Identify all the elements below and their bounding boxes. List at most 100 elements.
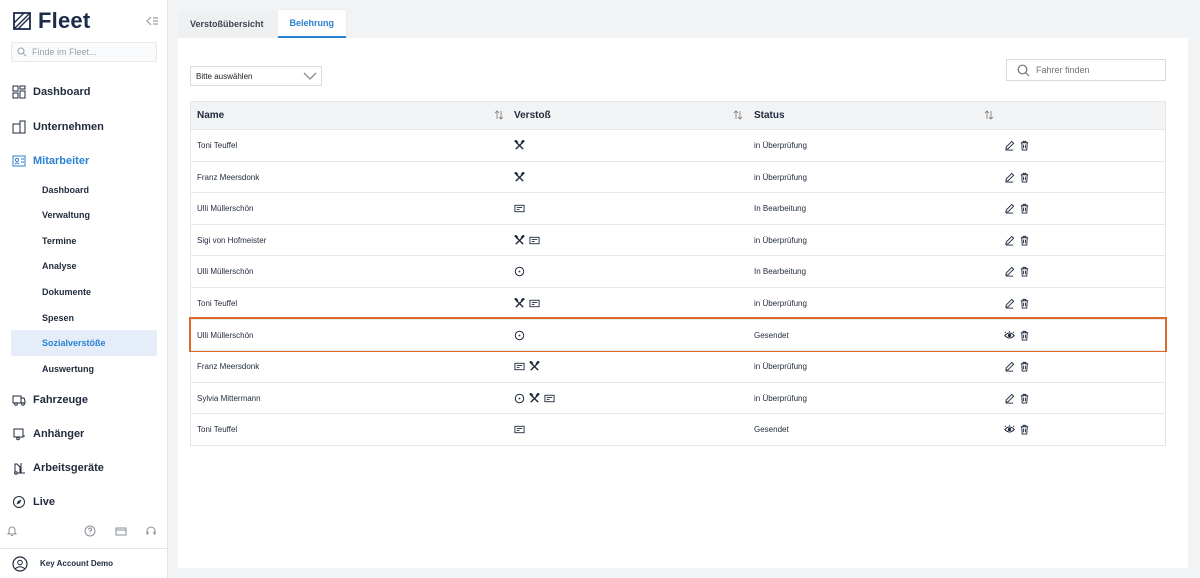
driver-search[interactable] [1006, 59, 1166, 81]
cell-status: in Überprüfung [754, 393, 807, 403]
table-row[interactable]: Ulli Müllerschön In Bearbeitung [191, 255, 1165, 287]
cell-name: Ulli Müllerschön [197, 330, 254, 340]
edit-icon[interactable] [1004, 235, 1015, 246]
bell-icon[interactable] [6, 525, 18, 537]
table-row[interactable]: Sylvia Mittermann in Überprüfung [191, 381, 1165, 414]
sidebar-search[interactable] [11, 42, 157, 62]
sub-auswertung[interactable]: Auswertung [42, 362, 94, 376]
nav-dashboard[interactable]: Dashboard [12, 82, 90, 102]
nav-label: Live [33, 496, 56, 508]
search-icon [17, 47, 27, 57]
logo[interactable]: Fleet [12, 8, 90, 34]
hammer-icon [514, 297, 525, 309]
hammer-icon [529, 361, 540, 372]
edit-icon[interactable] [1004, 298, 1015, 309]
table-row[interactable]: Franz Meersdonk in Überprüfung [191, 350, 1165, 382]
sub-sozialverstoesse[interactable]: Sozialverstöße [11, 330, 157, 356]
column-header-name[interactable]: Name [197, 102, 224, 129]
cell-name: Ulli Müllerschön [197, 267, 254, 277]
table-row[interactable]: Toni Teuffel Gesendet [191, 413, 1165, 445]
clock-icon [514, 393, 525, 404]
cell-verstoss [514, 130, 525, 161]
column-header-status[interactable]: Status [754, 102, 785, 129]
sub-termine[interactable]: Termine [42, 234, 76, 248]
card-icon [514, 424, 525, 435]
trash-icon[interactable] [1019, 393, 1030, 404]
edit-icon[interactable] [1004, 172, 1015, 183]
cell-actions [1004, 256, 1030, 287]
eye-icon[interactable] [1004, 424, 1015, 435]
table-header: Name Verstoß Status [191, 102, 1165, 129]
sort-icon[interactable] [984, 110, 994, 120]
cell-status: in Überprüfung [754, 235, 807, 245]
table-row[interactable]: Toni Teuffel in Überprüfung [191, 129, 1165, 161]
sort-icon[interactable] [733, 110, 743, 120]
sort-icon[interactable] [494, 110, 504, 120]
wallet-icon[interactable] [115, 525, 127, 537]
table-row[interactable]: Ulli Müllerschön In Bearbeitung [191, 192, 1165, 224]
help-icon[interactable] [84, 525, 96, 537]
hammer-icon [514, 171, 525, 183]
trash-icon[interactable] [1019, 203, 1030, 214]
sub-dashboard[interactable]: Dashboard [42, 183, 89, 197]
tab-verstossuebersicht[interactable]: Verstoßübersicht [178, 10, 276, 38]
edit-icon[interactable] [1004, 393, 1015, 404]
violations-table: Name Verstoß Status Toni Teuffel in Überp… [189, 101, 1167, 446]
eye-icon[interactable] [1004, 330, 1015, 341]
user-profile[interactable]: Key Account Demo [0, 548, 168, 578]
cell-status: in Überprüfung [754, 362, 807, 372]
trash-icon[interactable] [1019, 361, 1030, 372]
trash-icon[interactable] [1019, 235, 1030, 246]
nav-unternehmen[interactable]: Unternehmen [12, 117, 104, 137]
sub-spesen[interactable]: Spesen [42, 311, 74, 325]
trash-icon[interactable] [1019, 140, 1030, 151]
cell-status: In Bearbeitung [754, 204, 807, 214]
trash-icon[interactable] [1019, 424, 1030, 435]
violation-filter-select[interactable]: Bitte auswählen [190, 66, 322, 86]
cell-verstoss [514, 414, 525, 445]
headset-icon[interactable] [145, 525, 157, 537]
table-row[interactable]: Franz Meersdonk in Überprüfung [191, 160, 1165, 193]
table-row[interactable]: Toni Teuffel in Überprüfung [191, 286, 1165, 319]
sidebar-search-input[interactable] [32, 47, 152, 57]
edit-icon[interactable] [1004, 266, 1015, 277]
hammer-icon [514, 140, 525, 151]
cell-status: Gesendet [754, 425, 789, 435]
card-icon [514, 203, 525, 214]
trash-icon[interactable] [1019, 298, 1030, 309]
edit-icon[interactable] [1004, 203, 1015, 214]
sub-dokumente[interactable]: Dokumente [42, 285, 91, 299]
select-value: Bitte auswählen [196, 71, 253, 81]
nav-mitarbeiter[interactable]: Mitarbeiter [12, 151, 89, 171]
sub-analyse[interactable]: Analyse [42, 259, 77, 273]
nav-arbeitsgeraete[interactable]: Arbeitsgeräte [12, 458, 104, 478]
edit-icon[interactable] [1004, 361, 1015, 372]
trash-icon[interactable] [1019, 330, 1030, 341]
cell-actions [1004, 225, 1030, 256]
nav-anhaenger[interactable]: Anhänger [12, 424, 84, 444]
tab-bar: Verstoßübersicht Belehrung [178, 10, 348, 38]
sub-verwaltung[interactable]: Verwaltung [42, 208, 90, 222]
cell-name: Toni Teuffel [197, 141, 238, 150]
nav-live[interactable]: Live [12, 492, 55, 512]
sidebar: Fleet Dashboard Unternehmen Mitarbeiter … [0, 0, 168, 578]
cell-status: in Überprüfung [754, 141, 807, 150]
cell-actions [1004, 193, 1030, 224]
card-icon [529, 298, 540, 309]
driver-search-input[interactable] [1036, 65, 1156, 75]
table-row[interactable]: Ulli Müllerschön Gesendet [189, 316, 1167, 353]
table-row[interactable]: Sigi von Hofmeister in Überprüfung [191, 223, 1165, 256]
forklift-icon [14, 463, 25, 475]
cell-name: Toni Teuffel [197, 298, 238, 308]
tab-belehrung[interactable]: Belehrung [277, 10, 347, 38]
clock-icon [514, 266, 525, 277]
column-header-verstoss[interactable]: Verstoß [514, 102, 551, 129]
cell-verstoss [514, 288, 540, 319]
edit-icon[interactable] [1004, 140, 1015, 151]
collapse-sidebar-icon[interactable] [145, 14, 159, 28]
cell-actions [1004, 320, 1030, 351]
nav-fahrzeuge[interactable]: Fahrzeuge [12, 390, 88, 410]
trash-icon[interactable] [1019, 266, 1030, 277]
cell-name: Ulli Müllerschön [197, 204, 254, 214]
trash-icon[interactable] [1019, 172, 1030, 183]
